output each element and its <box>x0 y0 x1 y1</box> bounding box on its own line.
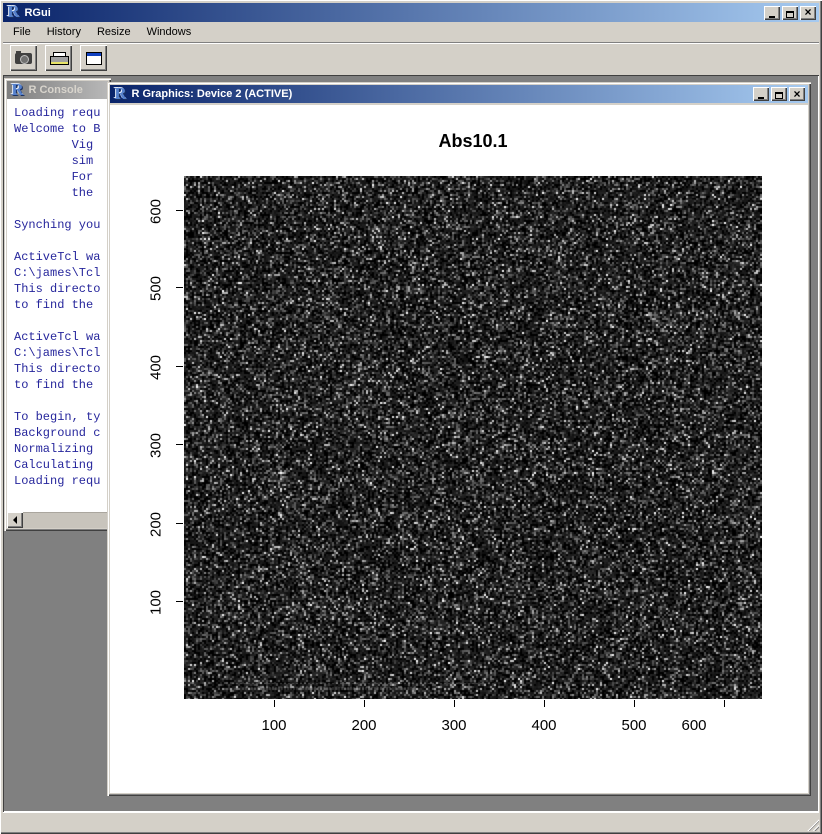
snapshot-button[interactable] <box>10 45 37 71</box>
y-axis-tick-label: 100 <box>148 581 165 625</box>
x-axis-tick-mark <box>634 700 635 707</box>
y-axis-tick-mark <box>176 601 183 602</box>
arrow-left-icon <box>9 516 17 524</box>
main-titlebar[interactable]: R RGui × <box>3 3 819 22</box>
minimize-button[interactable] <box>764 6 780 20</box>
y-axis-tick-mark <box>176 366 183 367</box>
graphics-titlebar[interactable]: R R Graphics: Device 2 (ACTIVE) × <box>110 85 808 103</box>
menu-resize[interactable]: Resize <box>89 24 139 40</box>
y-axis-tick-mark <box>176 287 183 288</box>
x-axis-tick-label: 100 <box>244 717 304 734</box>
maximize-icon <box>775 92 783 99</box>
close-icon: × <box>804 6 811 19</box>
x-axis-tick-mark <box>454 700 455 707</box>
r-logo-icon: R <box>114 87 126 102</box>
x-axis-tick-mark <box>274 700 275 707</box>
window-controls: × <box>764 6 816 20</box>
y-axis-tick-label: 200 <box>148 503 165 547</box>
maximize-icon <box>786 11 794 18</box>
console-title: R Console <box>28 84 105 96</box>
graphics-close-button[interactable]: × <box>789 87 805 101</box>
menu-history[interactable]: History <box>39 24 89 40</box>
r-graphics-window[interactable]: R R Graphics: Device 2 (ACTIVE) × Abs10.… <box>107 82 811 796</box>
x-axis-tick-label: 600 <box>664 717 724 734</box>
graphics-title: R Graphics: Device 2 (ACTIVE) <box>131 88 753 100</box>
x-axis-tick-label: 400 <box>514 717 574 734</box>
console-titlebar[interactable]: R R Console <box>7 81 108 99</box>
plot-title: Abs10.1 <box>184 131 762 152</box>
resize-grip[interactable] <box>806 818 819 831</box>
close-icon: × <box>793 88 800 101</box>
minimize-icon <box>758 97 764 99</box>
x-axis-tick-mark <box>544 700 545 707</box>
y-axis-tick-mark <box>176 523 183 524</box>
x-axis-tick-label: 200 <box>334 717 394 734</box>
camera-icon <box>15 53 32 64</box>
menubar: File History Resize Windows <box>3 22 819 42</box>
x-axis-tick-label: 500 <box>604 717 664 734</box>
chip-image-canvas <box>184 176 762 699</box>
menu-windows[interactable]: Windows <box>139 24 200 40</box>
menu-file[interactable]: File <box>5 24 39 40</box>
y-axis-tick-label: 400 <box>148 346 165 390</box>
graphics-window-controls: × <box>753 87 805 101</box>
y-axis-tick-mark <box>176 210 183 211</box>
y-axis-tick-label: 300 <box>148 424 165 468</box>
maximize-button[interactable] <box>782 6 798 20</box>
window-title: RGui <box>24 7 764 19</box>
console-horizontal-scrollbar[interactable] <box>7 512 108 528</box>
x-axis-tick-mark <box>364 700 365 707</box>
console-text: Loading requ Welcome to B Vig sim For th… <box>7 99 108 489</box>
x-axis-tick-mark <box>724 700 725 707</box>
y-axis-tick-label: 600 <box>148 190 165 234</box>
r-console-window[interactable]: R R Console Loading requ Welcome to B Vi… <box>4 78 111 531</box>
scroll-left-button[interactable] <box>7 512 23 528</box>
graphics-minimize-button[interactable] <box>753 87 769 101</box>
close-button[interactable]: × <box>800 6 816 20</box>
return-to-console-button[interactable] <box>80 45 107 71</box>
console-window-icon <box>86 52 102 65</box>
minimize-icon <box>769 16 775 18</box>
toolbar <box>3 42 819 73</box>
graphics-maximize-button[interactable] <box>771 87 787 101</box>
y-axis-tick-label: 500 <box>148 267 165 311</box>
console-output-area[interactable]: Loading requ Welcome to B Vig sim For th… <box>7 99 108 512</box>
r-logo-icon: R <box>11 83 23 98</box>
y-axis-tick-mark <box>176 444 183 445</box>
mdi-client-area: R R Console Loading requ Welcome to B Vi… <box>3 75 819 812</box>
print-button[interactable] <box>45 45 72 71</box>
plot-area: Abs10.1 100 200 300 400 500 600 <box>110 105 808 793</box>
r-logo-icon: R <box>7 5 19 20</box>
status-bar <box>3 812 819 831</box>
printer-icon <box>50 52 67 64</box>
x-axis-tick-label: 300 <box>424 717 484 734</box>
rgui-main-window: R RGui × File History Resize Windows R R… <box>0 0 822 834</box>
scrollbar-track[interactable] <box>23 512 108 528</box>
